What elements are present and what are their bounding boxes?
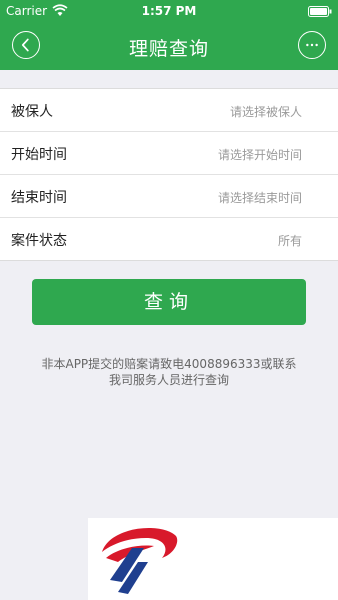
help-note: 非本APP提交的赔案请致电4008896333或联系 我司服务人员进行查询 xyxy=(10,356,328,388)
case-status-label: 案件状态 xyxy=(11,233,67,249)
logo-mark-icon xyxy=(102,528,178,594)
case-status-row[interactable]: 案件状态 所有 xyxy=(0,218,338,260)
company-logo xyxy=(88,518,338,600)
more-button[interactable] xyxy=(298,31,326,59)
query-form: 被保人 请选择被保人 开始时间 请选择开始时间 结束时间 请选择结束时间 案件状… xyxy=(0,88,338,261)
help-note-line-1: 非本APP提交的赔案请致电4008896333或联系 xyxy=(41,357,297,371)
status-bar: Carrier 1:57 PM xyxy=(0,0,338,22)
query-button[interactable]: 查询 xyxy=(32,279,306,325)
status-time: 1:57 PM xyxy=(141,4,197,18)
insured-person-row[interactable]: 被保人 请选择被保人 xyxy=(0,89,338,132)
insured-person-label: 被保人 xyxy=(11,104,53,120)
start-time-label: 开始时间 xyxy=(11,147,67,163)
end-time-label: 结束时间 xyxy=(11,190,67,206)
page-title: 理赔查询 xyxy=(128,38,209,60)
end-time-row[interactable]: 结束时间 请选择结束时间 xyxy=(0,175,338,218)
navigation-bar: 理赔查询 xyxy=(0,22,338,70)
help-note-line-2: 我司服务人员进行查询 xyxy=(108,373,229,387)
insured-person-select[interactable]: 请选择被保人 xyxy=(230,103,302,120)
case-status-select[interactable]: 所有 xyxy=(278,232,302,249)
start-time-select[interactable]: 请选择开始时间 xyxy=(218,146,302,163)
end-time-select[interactable]: 请选择结束时间 xyxy=(218,189,302,206)
ellipsis-icon xyxy=(306,43,318,47)
battery-icon xyxy=(308,6,332,17)
start-time-row[interactable]: 开始时间 请选择开始时间 xyxy=(0,132,338,175)
